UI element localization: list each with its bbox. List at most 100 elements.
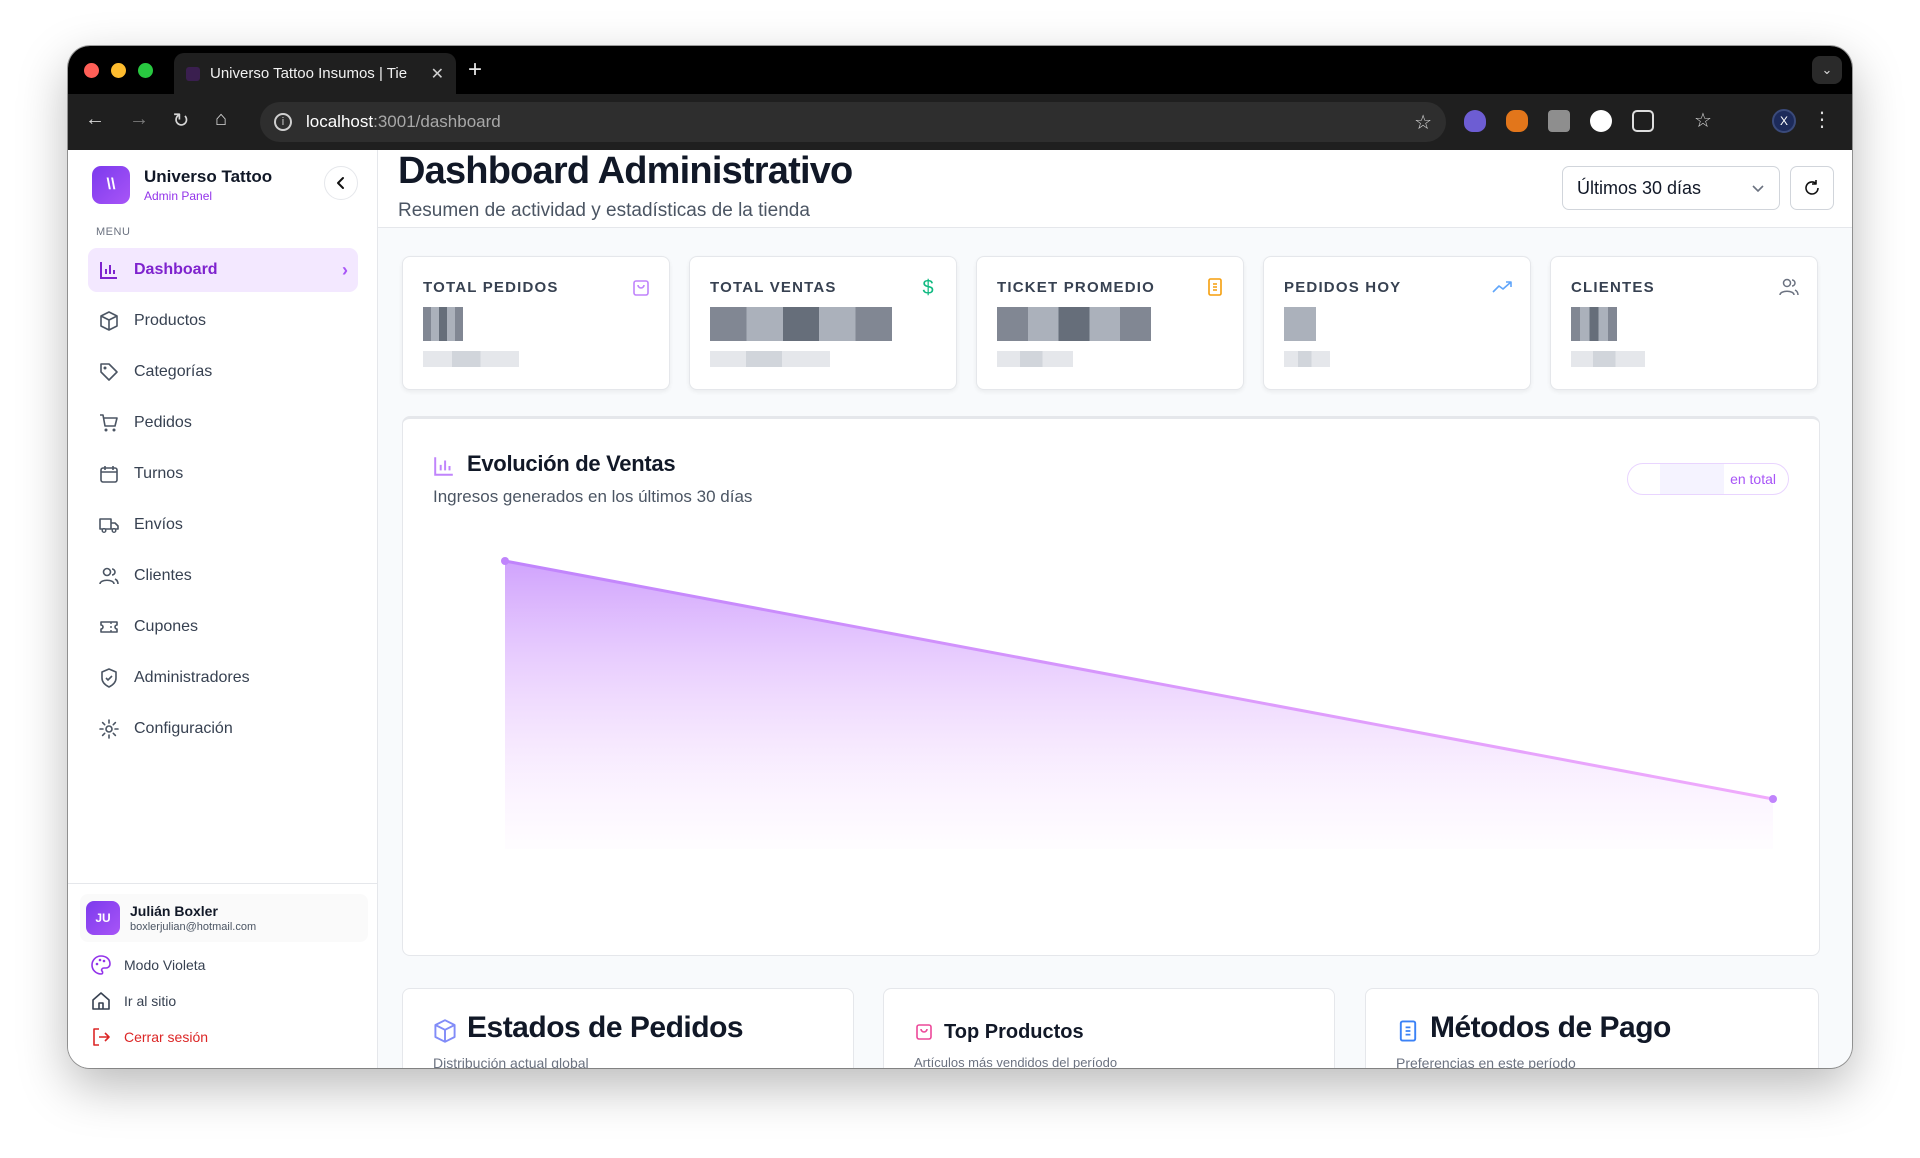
extensions-puzzle-icon[interactable] xyxy=(1632,110,1654,132)
sidebar-item-productos[interactable]: Productos xyxy=(88,299,358,343)
date-range-value: Últimos 30 días xyxy=(1577,177,1702,198)
menu-section-label: MENU xyxy=(96,226,131,238)
site-info-icon[interactable]: i xyxy=(274,113,292,131)
browser-menu-icon[interactable]: ⋮ xyxy=(1812,107,1832,132)
brand[interactable]: \\ Universo Tattoo Admin Panel xyxy=(92,166,272,204)
payment-methods-card: Métodos de Pago Preferencias en este per… xyxy=(1365,988,1819,1068)
tab-strip: Universo Tattoo Insumos | Tie ✕ + ⌄ xyxy=(68,46,1852,94)
close-window-button[interactable] xyxy=(84,63,99,78)
address-bar[interactable]: i localhost:3001/dashboard ☆ xyxy=(260,102,1446,142)
brand-name: Universo Tattoo xyxy=(144,167,273,186)
stat-value-redacted xyxy=(997,307,1151,341)
profile-avatar[interactable]: X xyxy=(1772,109,1796,133)
collapse-sidebar-button[interactable] xyxy=(324,166,358,200)
back-arrow-icon[interactable]: ← xyxy=(82,108,108,131)
theme-toggle-label: Modo Violeta xyxy=(124,957,206,973)
close-tab-icon[interactable]: ✕ xyxy=(431,64,444,84)
top-products-subtitle: Artículos más vendidos del período xyxy=(914,1055,1118,1068)
reload-icon[interactable]: ↻ xyxy=(168,108,194,133)
bookmarks-star-icon[interactable]: ☆ xyxy=(1690,108,1716,133)
chevron-right-icon: › xyxy=(342,259,348,280)
minimize-window-button[interactable] xyxy=(111,63,126,78)
extension-fox-icon[interactable] xyxy=(1506,110,1528,132)
box-icon xyxy=(433,1019,457,1048)
extension-ghost-icon[interactable] xyxy=(1464,110,1486,132)
user-card[interactable]: JU Julián Boxler boxlerjulian@hotmail.co… xyxy=(80,894,368,942)
maximize-window-button[interactable] xyxy=(138,63,153,78)
stat-subtext-redacted xyxy=(1571,351,1645,367)
url-text: localhost:3001/dashboard xyxy=(306,112,501,131)
stat-subtext-redacted xyxy=(423,351,519,367)
sales-area-chart xyxy=(501,557,1777,849)
sidebar-item-label: Productos xyxy=(134,312,207,329)
user-name: Julián Boxler xyxy=(130,903,218,919)
browser-window: Universo Tattoo Insumos | Tie ✕ + ⌄ ← → … xyxy=(68,46,1852,1068)
sidebar-item-label: Categorías xyxy=(134,363,213,380)
stat-card-total-pedidos: TOTAL PEDIDOS xyxy=(402,256,670,390)
extension-triangle-icon[interactable] xyxy=(1590,110,1612,132)
stat-value-redacted xyxy=(1284,307,1316,341)
tab-title: Universo Tattoo Insumos | Tie xyxy=(210,65,408,82)
theme-toggle[interactable]: Modo Violeta xyxy=(90,954,205,976)
ticket-icon xyxy=(98,616,120,638)
sidebar-item-clientes[interactable]: Clientes xyxy=(88,554,358,598)
sidebar-item-cupones[interactable]: Cupones xyxy=(88,605,358,649)
sidebar-item-label: Pedidos xyxy=(134,414,192,431)
sales-total-badge: en total xyxy=(1627,463,1789,495)
data-point xyxy=(1769,795,1777,803)
page-header: Dashboard Administrativo Resumen de acti… xyxy=(378,150,1852,228)
tab-search-chevron-icon[interactable]: ⌄ xyxy=(1812,56,1842,84)
browser-tab[interactable]: Universo Tattoo Insumos | Tie ✕ xyxy=(174,53,456,94)
date-range-select[interactable]: Últimos 30 días xyxy=(1562,166,1780,210)
browser-toolbar: ← → ↻ ⌂ i localhost:3001/dashboard ☆ ☆ X… xyxy=(68,94,1852,150)
chevron-down-icon xyxy=(1752,185,1764,193)
stat-label: TOTAL PEDIDOS xyxy=(423,279,559,296)
sidebar-item-label: Clientes xyxy=(134,567,192,584)
logout-icon xyxy=(90,1026,112,1048)
sidebar-item-envios[interactable]: Envíos xyxy=(88,503,358,547)
gear-icon xyxy=(98,718,120,740)
sidebar-footer: JU Julián Boxler boxlerjulian@hotmail.co… xyxy=(68,883,378,1046)
refresh-button[interactable] xyxy=(1790,166,1834,210)
forward-arrow-icon[interactable]: → xyxy=(126,108,152,131)
stat-value-redacted xyxy=(1571,307,1617,341)
app-root: \\ Universo Tattoo Admin Panel MENU Dash… xyxy=(68,150,1852,1068)
logout-button[interactable]: Cerrar sesión xyxy=(90,1026,208,1048)
extension-camera-icon[interactable] xyxy=(1548,110,1570,132)
sales-area-fill xyxy=(505,561,1773,849)
bookmark-star-icon[interactable]: ☆ xyxy=(1414,110,1432,135)
page-subtitle: Resumen de actividad y estadísticas de l… xyxy=(398,200,810,221)
data-point xyxy=(501,557,509,565)
top-products-title: Top Productos xyxy=(944,1021,1084,1043)
sidebar-item-label: Turnos xyxy=(134,465,184,482)
stat-value-redacted xyxy=(423,307,463,341)
new-tab-icon[interactable]: + xyxy=(468,56,482,84)
user-email: boxlerjulian@hotmail.com xyxy=(130,921,257,933)
stat-card-clientes: CLIENTES xyxy=(1550,256,1818,390)
tag-icon xyxy=(98,361,120,383)
sidebar-item-label: Envíos xyxy=(134,516,183,533)
stat-label: CLIENTES xyxy=(1571,279,1655,296)
sidebar-item-administradores[interactable]: Administradores xyxy=(88,656,358,700)
sidebar-item-pedidos[interactable]: Pedidos xyxy=(88,401,358,445)
sidebar-item-dashboard[interactable]: Dashboard › xyxy=(88,248,358,292)
home-icon[interactable]: ⌂ xyxy=(208,108,234,131)
calendar-icon xyxy=(98,463,120,485)
stat-card-ticket-promedio: TICKET PROMEDIO xyxy=(976,256,1244,390)
users-icon xyxy=(1779,277,1799,297)
sidebar-item-categorias[interactable]: Categorías xyxy=(88,350,358,394)
sidebar-item-label: Administradores xyxy=(134,669,250,686)
go-to-site-link[interactable]: Ir al sitio xyxy=(90,990,176,1012)
stat-subtext-redacted xyxy=(1284,351,1330,367)
main-content: Dashboard Administrativo Resumen de acti… xyxy=(378,150,1852,1068)
sidebar-item-turnos[interactable]: Turnos xyxy=(88,452,358,496)
stat-subtext-redacted xyxy=(710,351,830,367)
sidebar-item-label: Configuración xyxy=(134,720,233,737)
users-icon xyxy=(98,565,120,587)
sidebar-item-configuracion[interactable]: Configuración xyxy=(88,707,358,751)
sales-chart-card: Evolución de Ventas Ingresos generados e… xyxy=(402,416,1820,956)
payment-methods-subtitle: Preferencias en este período xyxy=(1396,1055,1576,1068)
brand-logo-icon: \\ xyxy=(92,166,130,204)
stat-label: PEDIDOS HOY xyxy=(1284,279,1402,296)
shopping-bag-icon xyxy=(914,1021,934,1046)
